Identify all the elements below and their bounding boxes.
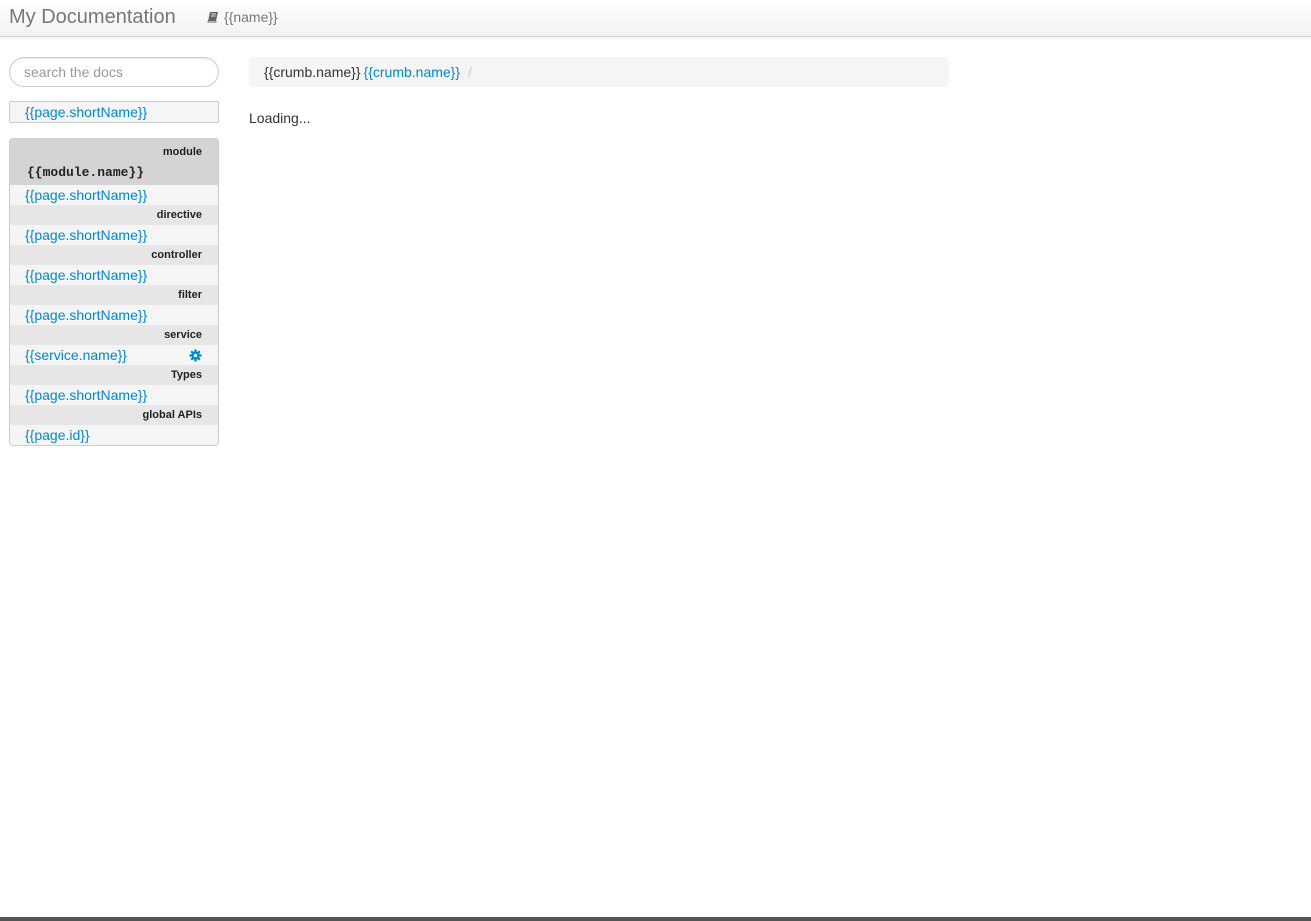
- nav-link-label: {{name}}: [224, 9, 278, 25]
- service-link[interactable]: {{service.name}}: [25, 347, 127, 363]
- top-navbar: My Documentation {{name}}: [0, 0, 1311, 37]
- breadcrumb: {{crumb.name}} {{crumb.name}} /: [249, 57, 949, 87]
- list-item: {{page.shortName}}: [10, 225, 218, 245]
- global-api-page-link[interactable]: {{page.id}}: [25, 427, 90, 443]
- gear-icon[interactable]: [189, 349, 202, 362]
- list-item: {{page.shortName}}: [10, 305, 218, 325]
- nav-link-name[interactable]: {{name}}: [207, 8, 278, 26]
- controller-page-link[interactable]: {{page.shortName}}: [25, 267, 147, 283]
- section-header-filter: filter: [10, 285, 218, 305]
- section-header-types: Types: [10, 365, 218, 385]
- module-section-title: module: [162, 146, 202, 158]
- book-icon: [207, 12, 218, 23]
- list-item: {{service.name}}: [10, 345, 218, 365]
- section-header-directive: directive: [10, 205, 218, 225]
- bottom-border: [0, 917, 1311, 921]
- breadcrumb-divider: /: [468, 64, 472, 80]
- loading-text: Loading...: [249, 110, 311, 126]
- directive-page-link[interactable]: {{page.shortName}}: [25, 227, 147, 243]
- module-name[interactable]: {{module.name}}: [27, 165, 144, 180]
- list-item: {{page.shortName}}: [10, 185, 218, 205]
- list-item: {{page.id}}: [10, 425, 218, 445]
- module-header: module {{module.name}}: [10, 139, 218, 185]
- brand-title[interactable]: My Documentation: [9, 5, 176, 29]
- filter-page-link[interactable]: {{page.shortName}}: [25, 307, 147, 323]
- breadcrumb-current: {{crumb.name}}: [264, 64, 361, 80]
- module-page-link[interactable]: {{page.shortName}}: [25, 187, 147, 203]
- breadcrumb-link[interactable]: {{crumb.name}}: [364, 57, 461, 87]
- search-input[interactable]: [9, 57, 219, 87]
- sidebar-single-item: {{page.shortName}}: [9, 101, 219, 123]
- section-header-service: service: [10, 325, 218, 345]
- list-item: {{page.shortName}}: [10, 265, 218, 285]
- types-page-link[interactable]: {{page.shortName}}: [25, 387, 147, 403]
- sidebar-page-link[interactable]: {{page.shortName}}: [25, 104, 147, 120]
- module-panel: module {{module.name}} {{page.shortName}…: [9, 138, 219, 446]
- section-header-global-apis: global APIs: [10, 405, 218, 425]
- list-item: {{page.shortName}}: [10, 385, 218, 405]
- section-header-controller: controller: [10, 245, 218, 265]
